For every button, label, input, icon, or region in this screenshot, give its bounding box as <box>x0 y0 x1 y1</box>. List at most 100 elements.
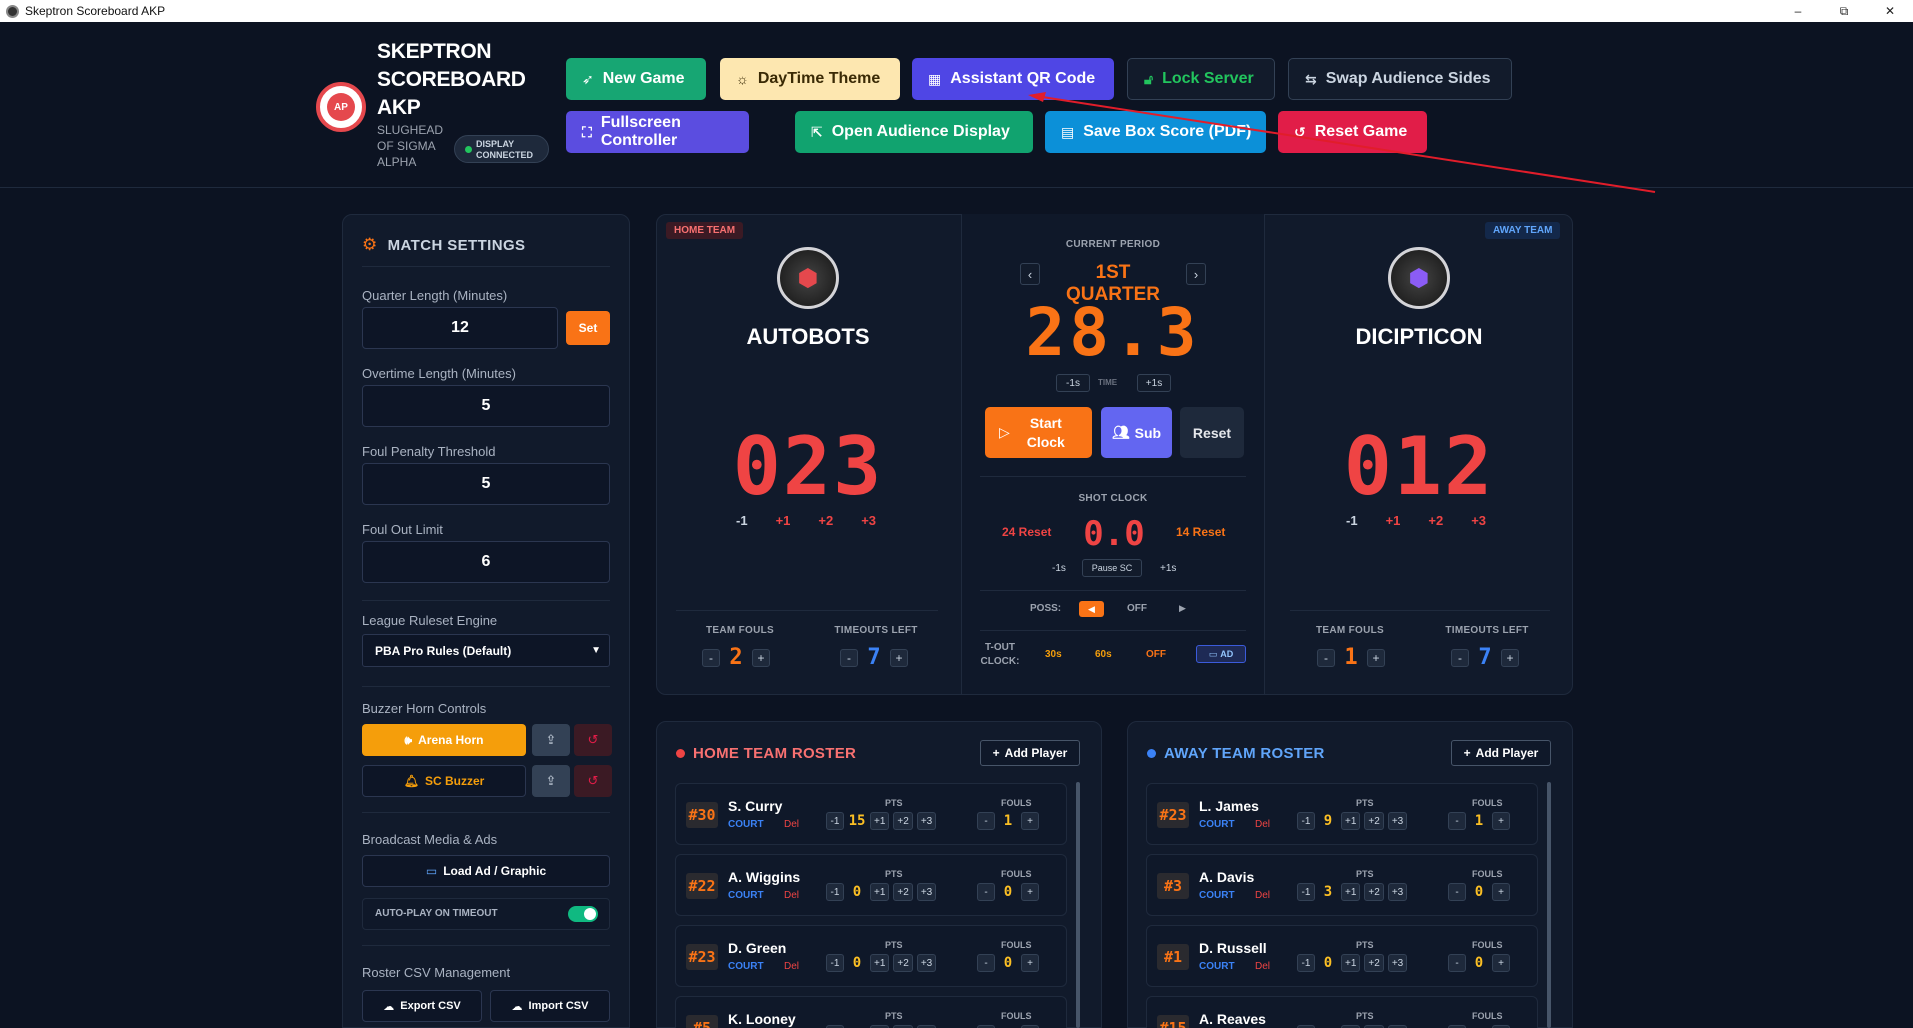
points-plus1-button[interactable]: +1 <box>870 883 890 901</box>
away-roster-scrollbar[interactable] <box>1547 782 1551 1028</box>
reset-horn-button[interactable]: ↺ <box>574 724 612 756</box>
timeout-ad-button[interactable]: ▭ AD <box>1196 645 1246 663</box>
open-audience-button[interactable]: ⇱ Open Audience Display <box>795 111 1033 153</box>
timeout-off-button[interactable]: OFF <box>1146 649 1166 660</box>
export-csv-button[interactable]: ☁ Export CSV <box>362 990 482 1022</box>
away-timeouts-minus[interactable]: - <box>1451 648 1469 667</box>
points-plus1-button[interactable]: +1 <box>1341 954 1361 972</box>
possession-left-button[interactable]: ◀ <box>1079 601 1104 617</box>
points-plus2-button[interactable]: +2 <box>893 954 913 972</box>
foul-out-input[interactable]: 6 <box>362 541 610 583</box>
fouls-plus-button[interactable]: + <box>1021 883 1039 901</box>
new-game-button[interactable]: ➶ New Game <box>566 58 706 100</box>
court-status-button[interactable]: COURT <box>1199 819 1235 830</box>
swap-sides-button[interactable]: ⇆ Swap Audience Sides <box>1288 58 1512 100</box>
theme-button[interactable]: ☼ DayTime Theme <box>720 58 900 100</box>
sc-plus-button[interactable]: +1s <box>1160 563 1176 574</box>
delete-player-button[interactable]: Del <box>784 890 799 901</box>
court-status-button[interactable]: COURT <box>728 961 764 972</box>
quarter-length-input[interactable]: 12 <box>362 307 558 349</box>
points-plus1-button[interactable]: +1 <box>870 812 890 830</box>
qr-code-button[interactable]: ▦ Assistant QR Code <box>912 58 1114 100</box>
autoplay-toggle[interactable] <box>568 906 598 922</box>
court-status-button[interactable]: COURT <box>1199 890 1235 901</box>
points-plus2-button[interactable]: +2 <box>1364 954 1384 972</box>
reset-14-button[interactable]: 14 Reset <box>1176 525 1225 539</box>
clock-minus-button[interactable]: -1s <box>1056 374 1090 392</box>
fouls-plus-button[interactable]: + <box>1492 883 1510 901</box>
home-plus3-button[interactable]: +3 <box>861 513 876 528</box>
clock-reset-button[interactable]: Reset <box>1180 407 1244 458</box>
load-ad-button[interactable]: ▭ Load Ad / Graphic <box>362 855 610 887</box>
points-minus1-button[interactable]: -1 <box>1297 812 1315 830</box>
points-plus3-button[interactable]: +3 <box>916 954 937 972</box>
points-plus2-button[interactable]: +2 <box>893 883 913 901</box>
import-csv-button[interactable]: ☁ Import CSV <box>490 990 610 1022</box>
delete-player-button[interactable]: Del <box>1255 890 1270 901</box>
sc-buzzer-button[interactable]: 🔔︎ SC Buzzer <box>362 765 526 797</box>
sc-minus-button[interactable]: -1s <box>1052 563 1066 574</box>
fouls-minus-button[interactable]: - <box>977 883 995 901</box>
home-add-player-button[interactable]: + Add Player <box>980 740 1080 766</box>
sub-button[interactable]: 👥︎ Sub <box>1101 407 1172 458</box>
home-timeouts-minus[interactable]: - <box>840 648 858 667</box>
points-minus1-button[interactable]: -1 <box>826 812 844 830</box>
overtime-length-input[interactable]: 5 <box>362 385 610 427</box>
points-plus3-button[interactable]: +3 <box>1387 883 1408 901</box>
points-plus1-button[interactable]: +1 <box>870 954 890 972</box>
fouls-plus-button[interactable]: + <box>1021 812 1039 830</box>
court-status-button[interactable]: COURT <box>728 890 764 901</box>
delete-player-button[interactable]: Del <box>784 819 799 830</box>
fouls-plus-button[interactable]: + <box>1492 954 1510 972</box>
home-minus1-button[interactable]: -1 <box>736 513 748 528</box>
court-status-button[interactable]: COURT <box>1199 961 1235 972</box>
clock-plus-button[interactable]: +1s <box>1137 374 1171 392</box>
points-plus3-button[interactable]: +3 <box>916 812 937 830</box>
timeout-60-button[interactable]: 60s <box>1095 649 1112 660</box>
points-plus2-button[interactable]: +2 <box>1364 812 1384 830</box>
home-plus1-button[interactable]: +1 <box>776 513 791 528</box>
away-timeouts-plus[interactable]: + <box>1501 648 1519 667</box>
fouls-minus-button[interactable]: - <box>1448 812 1466 830</box>
reset-24-button[interactable]: 24 Reset <box>1002 525 1051 539</box>
ruleset-select[interactable]: PBA Pro Rules (Default) ▼ <box>362 634 610 667</box>
home-fouls-plus[interactable]: + <box>752 648 770 667</box>
points-plus3-button[interactable]: +3 <box>916 883 937 901</box>
away-plus1-button[interactable]: +1 <box>1386 513 1401 528</box>
points-plus3-button[interactable]: +3 <box>1387 812 1408 830</box>
timeout-30-button[interactable]: 30s <box>1045 649 1062 660</box>
possession-right-button[interactable]: ▶ <box>1179 603 1186 614</box>
start-clock-button[interactable]: ▷ Start Clock <box>985 407 1092 458</box>
points-plus3-button[interactable]: +3 <box>1387 954 1408 972</box>
maximize-button[interactable]: ⧉ <box>1821 0 1867 22</box>
save-boxscore-button[interactable]: ▤ Save Box Score (PDF) <box>1045 111 1266 153</box>
away-fouls-minus[interactable]: - <box>1317 648 1335 667</box>
fouls-minus-button[interactable]: - <box>977 812 995 830</box>
points-minus1-button[interactable]: -1 <box>826 954 844 972</box>
home-fouls-minus[interactable]: - <box>702 648 720 667</box>
fouls-plus-button[interactable]: + <box>1492 812 1510 830</box>
delete-player-button[interactable]: Del <box>1255 961 1270 972</box>
points-plus1-button[interactable]: +1 <box>1341 883 1361 901</box>
home-timeouts-plus[interactable]: + <box>890 648 908 667</box>
close-button[interactable]: ✕ <box>1867 0 1913 22</box>
set-quarter-button[interactable]: Set <box>566 311 610 345</box>
home-roster-scrollbar[interactable] <box>1076 782 1080 1028</box>
minimize-button[interactable]: – <box>1775 0 1821 22</box>
fouls-minus-button[interactable]: - <box>977 954 995 972</box>
possession-off-button[interactable]: OFF <box>1127 603 1147 614</box>
reset-game-button[interactable]: ↺ Reset Game <box>1278 111 1427 153</box>
pause-sc-button[interactable]: Pause SC <box>1082 559 1142 577</box>
fullscreen-button[interactable]: ⛶ Fullscreen Controller <box>566 111 749 153</box>
upload-buzzer-button[interactable]: ⇪ <box>532 765 570 797</box>
points-plus1-button[interactable]: +1 <box>1341 812 1361 830</box>
away-plus3-button[interactable]: +3 <box>1471 513 1486 528</box>
away-plus2-button[interactable]: +2 <box>1428 513 1443 528</box>
away-minus1-button[interactable]: -1 <box>1346 513 1358 528</box>
points-minus1-button[interactable]: -1 <box>1297 954 1315 972</box>
next-period-button[interactable]: › <box>1186 263 1206 285</box>
home-plus2-button[interactable]: +2 <box>818 513 833 528</box>
away-add-player-button[interactable]: + Add Player <box>1451 740 1551 766</box>
reset-buzzer-button[interactable]: ↺ <box>574 765 612 797</box>
court-status-button[interactable]: COURT <box>728 819 764 830</box>
